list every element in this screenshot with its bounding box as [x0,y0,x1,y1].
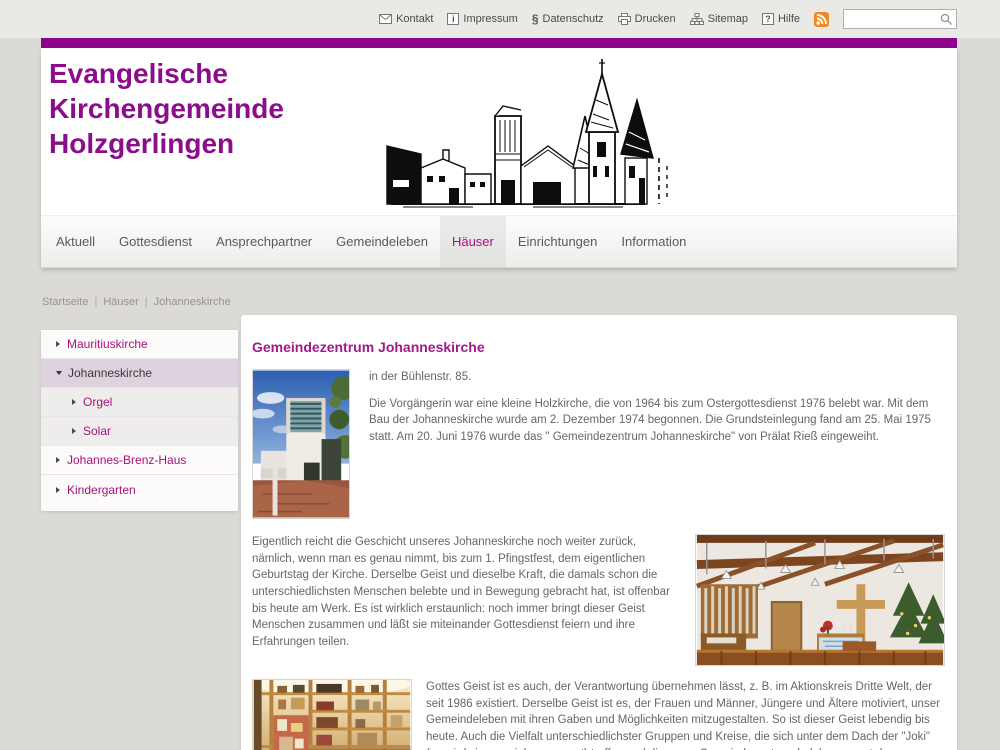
section-sign-icon: § [532,13,539,25]
sidebar-item-label: Orgel [83,395,112,409]
breadcrumb-current: Johanneskirche [154,296,231,308]
sitemap-icon [690,13,704,25]
info-box-icon: i [447,13,459,25]
search-icon[interactable] [940,13,953,26]
breadcrumb-separator: | [88,296,103,308]
site-title-line2: Kirchengemeinde [49,91,284,126]
envelope-icon [379,14,392,24]
search-box [843,9,957,29]
site-header: Evangelische Kirchengemeinde Holzgerling… [41,48,957,215]
paragraph-history: Die Vorgängerin war eine kleine Holzkirc… [252,396,945,446]
triangle-down-icon [56,371,62,375]
breadcrumb: Startseite|Häuser|Johanneskirche [42,296,957,309]
datenschutz-label: Datenschutz [543,13,604,25]
nav-item-gottesdienst[interactable]: Gottesdienst [107,216,204,267]
content-row: Mauritiuskirche Johanneskirche Orgel Sol… [41,315,957,750]
nav-item-haeuser[interactable]: Häuser [440,216,506,267]
nav-item-ansprechpartner[interactable]: Ansprechpartner [204,216,324,267]
brand-purple-bar [41,38,957,48]
nav-item-information[interactable]: Information [609,216,698,267]
sitemap-link[interactable]: Sitemap [690,13,748,25]
drucken-link[interactable]: Drucken [618,13,676,25]
nav-item-aktuell[interactable]: Aktuell [44,216,107,267]
sidebar-item-label: Solar [83,424,111,438]
sidebar-item-label: Johannes-Brenz-Haus [67,453,186,467]
sitemap-label: Sitemap [708,13,748,25]
site-title-line3: Holzgerlingen [49,126,284,161]
triangle-right-icon [72,399,76,405]
hilfe-link[interactable]: ? Hilfe [762,13,800,25]
help-box-icon: ? [762,13,774,25]
sidebar-item-johannes-brenz-haus[interactable]: Johannes-Brenz-Haus [41,446,238,475]
johanneskirche-exterior-photo [252,369,350,519]
sidebar-item-solar[interactable]: Solar [41,417,238,446]
datenschutz-link[interactable]: § Datenschutz [532,13,604,25]
breadcrumb-separator: | [139,296,154,308]
hilfe-label: Hilfe [778,13,800,25]
sidebar-menu: Mauritiuskirche Johanneskirche Orgel Sol… [41,330,238,511]
sidebar-item-orgel[interactable]: Orgel [41,388,238,417]
page-title: Gemeindezentrum Johanneskirche [252,339,945,355]
triangle-right-icon [72,428,76,434]
sidebar-item-mauritiuskirche[interactable]: Mauritiuskirche [41,330,238,359]
kontakt-label: Kontakt [396,13,433,25]
site-title-line1: Evangelische [49,56,284,91]
kontakt-link[interactable]: Kontakt [379,13,433,25]
impressum-link[interactable]: i Impressum [447,13,517,25]
top-utility-bar: Kontakt i Impressum § Datenschutz Drucke… [0,0,1000,38]
content-section-2: Eigentlich reicht die Geschicht unseres … [252,534,945,666]
breadcrumb-haeuser[interactable]: Häuser [103,296,138,308]
address-text: in der Bühlenstr. 85. [252,369,945,386]
rss-icon[interactable] [814,12,829,27]
sidebar-item-label: Mauritiuskirche [67,337,148,351]
nav-item-gemeindeleben[interactable]: Gemeindeleben [324,216,440,267]
content-section-1: in der Bühlenstr. 85. Die Vorgängerin wa… [252,369,945,519]
page-container: Evangelische Kirchengemeinde Holzgerling… [41,38,957,750]
nav-item-einrichtungen[interactable]: Einrichtungen [506,216,610,267]
header-nav-block: Evangelische Kirchengemeinde Holzgerling… [41,48,957,268]
breadcrumb-startseite[interactable]: Startseite [42,296,88,308]
johanneskirche-interior-photo [695,534,945,666]
site-title: Evangelische Kirchengemeinde Holzgerling… [49,56,284,161]
triangle-right-icon [56,487,60,493]
main-nav: Aktuell Gottesdienst Ansprechpartner Gem… [41,215,957,268]
sidebar-item-kindergarten[interactable]: Kindergarten [41,475,238,504]
sidebar-item-johanneskirche[interactable]: Johanneskirche [41,359,238,388]
church-skyline-sketch-icon [383,54,683,214]
printer-icon [618,13,631,25]
sidebar-item-label: Kindergarten [67,483,136,497]
triangle-right-icon [56,457,60,463]
gemeindezentrum-shelves-photo [252,679,412,750]
content-section-3: Gottes Geist ist es auch, der Verantwort… [252,679,945,750]
main-content: Gemeindezentrum Johanneskirche [241,315,957,750]
drucken-label: Drucken [635,13,676,25]
sidebar-item-label: Johanneskirche [68,366,152,380]
impressum-label: Impressum [463,13,517,25]
triangle-right-icon [56,341,60,347]
